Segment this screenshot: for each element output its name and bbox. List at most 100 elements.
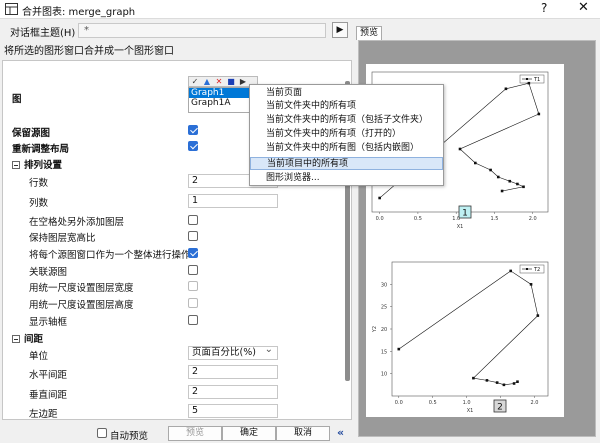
legend-marker — [526, 78, 528, 80]
show-frame-checkbox[interactable] — [188, 315, 198, 325]
data-point — [522, 185, 525, 189]
as-whole-checkbox[interactable] — [188, 248, 198, 258]
relayout-checkbox[interactable] — [188, 141, 198, 151]
x-tick-label: 0.5 — [429, 400, 437, 406]
uniform-width-checkbox[interactable] — [188, 281, 198, 291]
cancel-button[interactable]: 取消 — [276, 426, 330, 441]
menu-item[interactable]: 当前文件夹中的所有项 — [250, 100, 443, 113]
data-point — [500, 189, 504, 193]
data-point — [485, 379, 489, 382]
y-tick-label: 25 — [381, 305, 387, 311]
menu-item[interactable]: 当前文件夹中的所有项（打开的） — [250, 128, 443, 141]
theme-input[interactable]: * — [78, 23, 326, 38]
x-tick-label: 1.5 — [490, 216, 498, 222]
as-whole-label: 将每个源图窗口作为一个整体进行操作 — [29, 250, 191, 261]
app-icon — [5, 3, 18, 15]
y-tick-label: 30 — [381, 282, 387, 288]
keep-ratio-checkbox[interactable] — [188, 231, 198, 241]
uniform-height-label: 用统一尺度设置图层高度 — [29, 300, 134, 311]
theme-row: 对话框主题(H) * ▶ — [0, 19, 356, 39]
graph-toolbar-button[interactable]: ■ — [225, 77, 237, 86]
tab-preview[interactable]: 预览 — [356, 26, 382, 40]
x-tick-label: 2.0 — [530, 400, 538, 406]
cols-input[interactable]: 1 — [188, 194, 278, 208]
theme-menu-button[interactable]: ▶ — [332, 22, 348, 38]
title-bar: 合并图表: merge_graph ? ✕ — [0, 0, 600, 19]
graph-toolbar-button[interactable]: ✕ — [213, 77, 225, 86]
arrange-section-title: 排列设置 — [24, 160, 63, 171]
add-layers-label: 在空格处另外添加图层 — [29, 217, 125, 228]
layer-badge-label: 1 — [462, 209, 468, 219]
keep-ratio-label: 保持图层宽高比 — [29, 233, 96, 244]
graph-toolbar-button[interactable]: ▶ — [237, 77, 249, 86]
keep-source-label: 保留源图 — [12, 128, 51, 139]
rows-label: 行数 — [29, 178, 49, 189]
ok-button[interactable]: 确定 — [222, 426, 276, 441]
data-point — [536, 314, 540, 317]
add-layers-checkbox[interactable] — [188, 215, 198, 225]
button-bar: 自动预览 预览 确定 取消 « — [0, 423, 356, 443]
menu-item[interactable]: 图形浏览器... — [250, 172, 443, 185]
x-tick-label: 0.5 — [414, 216, 422, 222]
data-point — [489, 168, 492, 172]
data-point — [472, 376, 475, 380]
graph-label: 图 — [12, 94, 22, 105]
data-point — [509, 269, 512, 273]
data-point — [508, 179, 512, 183]
unit-select[interactable]: 页面百分比(%) — [188, 344, 278, 360]
y-tick-label: 15 — [381, 349, 387, 355]
menu-item[interactable]: 当前页面 — [250, 87, 443, 100]
menu-item[interactable]: 当前文件夹中的所有项（包括子文件夹） — [250, 114, 443, 127]
data-point — [496, 175, 500, 179]
spacing-section-title: 间距 — [24, 334, 44, 345]
data-point — [502, 383, 506, 387]
left-margin-input[interactable]: 5 — [188, 404, 278, 418]
graph-list[interactable]: Graph1 Graph1A — [188, 87, 253, 113]
link-label: 关联源图 — [29, 267, 68, 278]
collapse-icon — [12, 335, 20, 343]
uniform-width-label: 用统一尺度设置图层宽度 — [29, 283, 134, 294]
graph-toolbar-button[interactable]: ▲ — [201, 77, 213, 86]
cols-label: 列数 — [29, 198, 49, 209]
data-point — [458, 147, 462, 151]
y-tick-label: 10 — [381, 372, 387, 378]
x-axis-label: X1 — [457, 224, 464, 230]
theme-value: * — [84, 25, 89, 36]
data-point — [516, 380, 519, 384]
data-point — [527, 81, 531, 85]
link-checkbox[interactable] — [188, 265, 198, 275]
v-gap-input[interactable]: 2 — [188, 385, 278, 399]
legend-label: T2 — [533, 267, 540, 273]
theme-label: 对话框主题(H) — [10, 28, 76, 39]
h-gap-label: 水平间距 — [29, 370, 68, 381]
data-point — [378, 196, 381, 200]
x-tick-label: 2.0 — [529, 216, 537, 222]
dialog-description: 将所选的图形窗口合并成一个图形窗口 — [4, 46, 174, 57]
graph-list-item[interactable]: Graph1 — [189, 88, 252, 98]
data-point — [516, 182, 519, 186]
collapse-icon — [12, 161, 20, 169]
y-axis-label: Y2 — [372, 326, 378, 333]
collapse-preview-button[interactable]: « — [337, 426, 344, 439]
graph-toolbar-button[interactable]: ✓ — [189, 77, 201, 86]
unit-label: 单位 — [29, 351, 49, 362]
left-margin-label: 左边距 — [29, 409, 58, 420]
graph-list-item[interactable]: Graph1A — [189, 98, 252, 108]
window-title: 合并图表: merge_graph — [22, 7, 136, 18]
preview-button[interactable]: 预览 — [168, 426, 222, 441]
help-button[interactable]: ? — [541, 1, 547, 15]
auto-preview-checkbox[interactable] — [97, 428, 107, 438]
data-point — [397, 347, 401, 351]
spacing-section-header[interactable]: 间距 — [12, 331, 43, 345]
arrange-section-header[interactable]: 排列设置 — [12, 157, 62, 171]
menu-item[interactable]: 当前项目中的所有项 — [250, 157, 443, 170]
relayout-label: 重新调整布局 — [12, 144, 70, 155]
close-button[interactable]: ✕ — [578, 0, 589, 15]
plot-frame — [391, 261, 549, 397]
keep-source-checkbox[interactable] — [188, 125, 198, 135]
x-tick-label: 1.0 — [463, 400, 471, 406]
menu-item[interactable]: 当前文件夹中的所有图（包括内嵌图） — [250, 142, 443, 155]
uniform-height-checkbox[interactable] — [188, 298, 198, 308]
legend-marker — [526, 268, 528, 270]
h-gap-input[interactable]: 2 — [188, 365, 278, 379]
